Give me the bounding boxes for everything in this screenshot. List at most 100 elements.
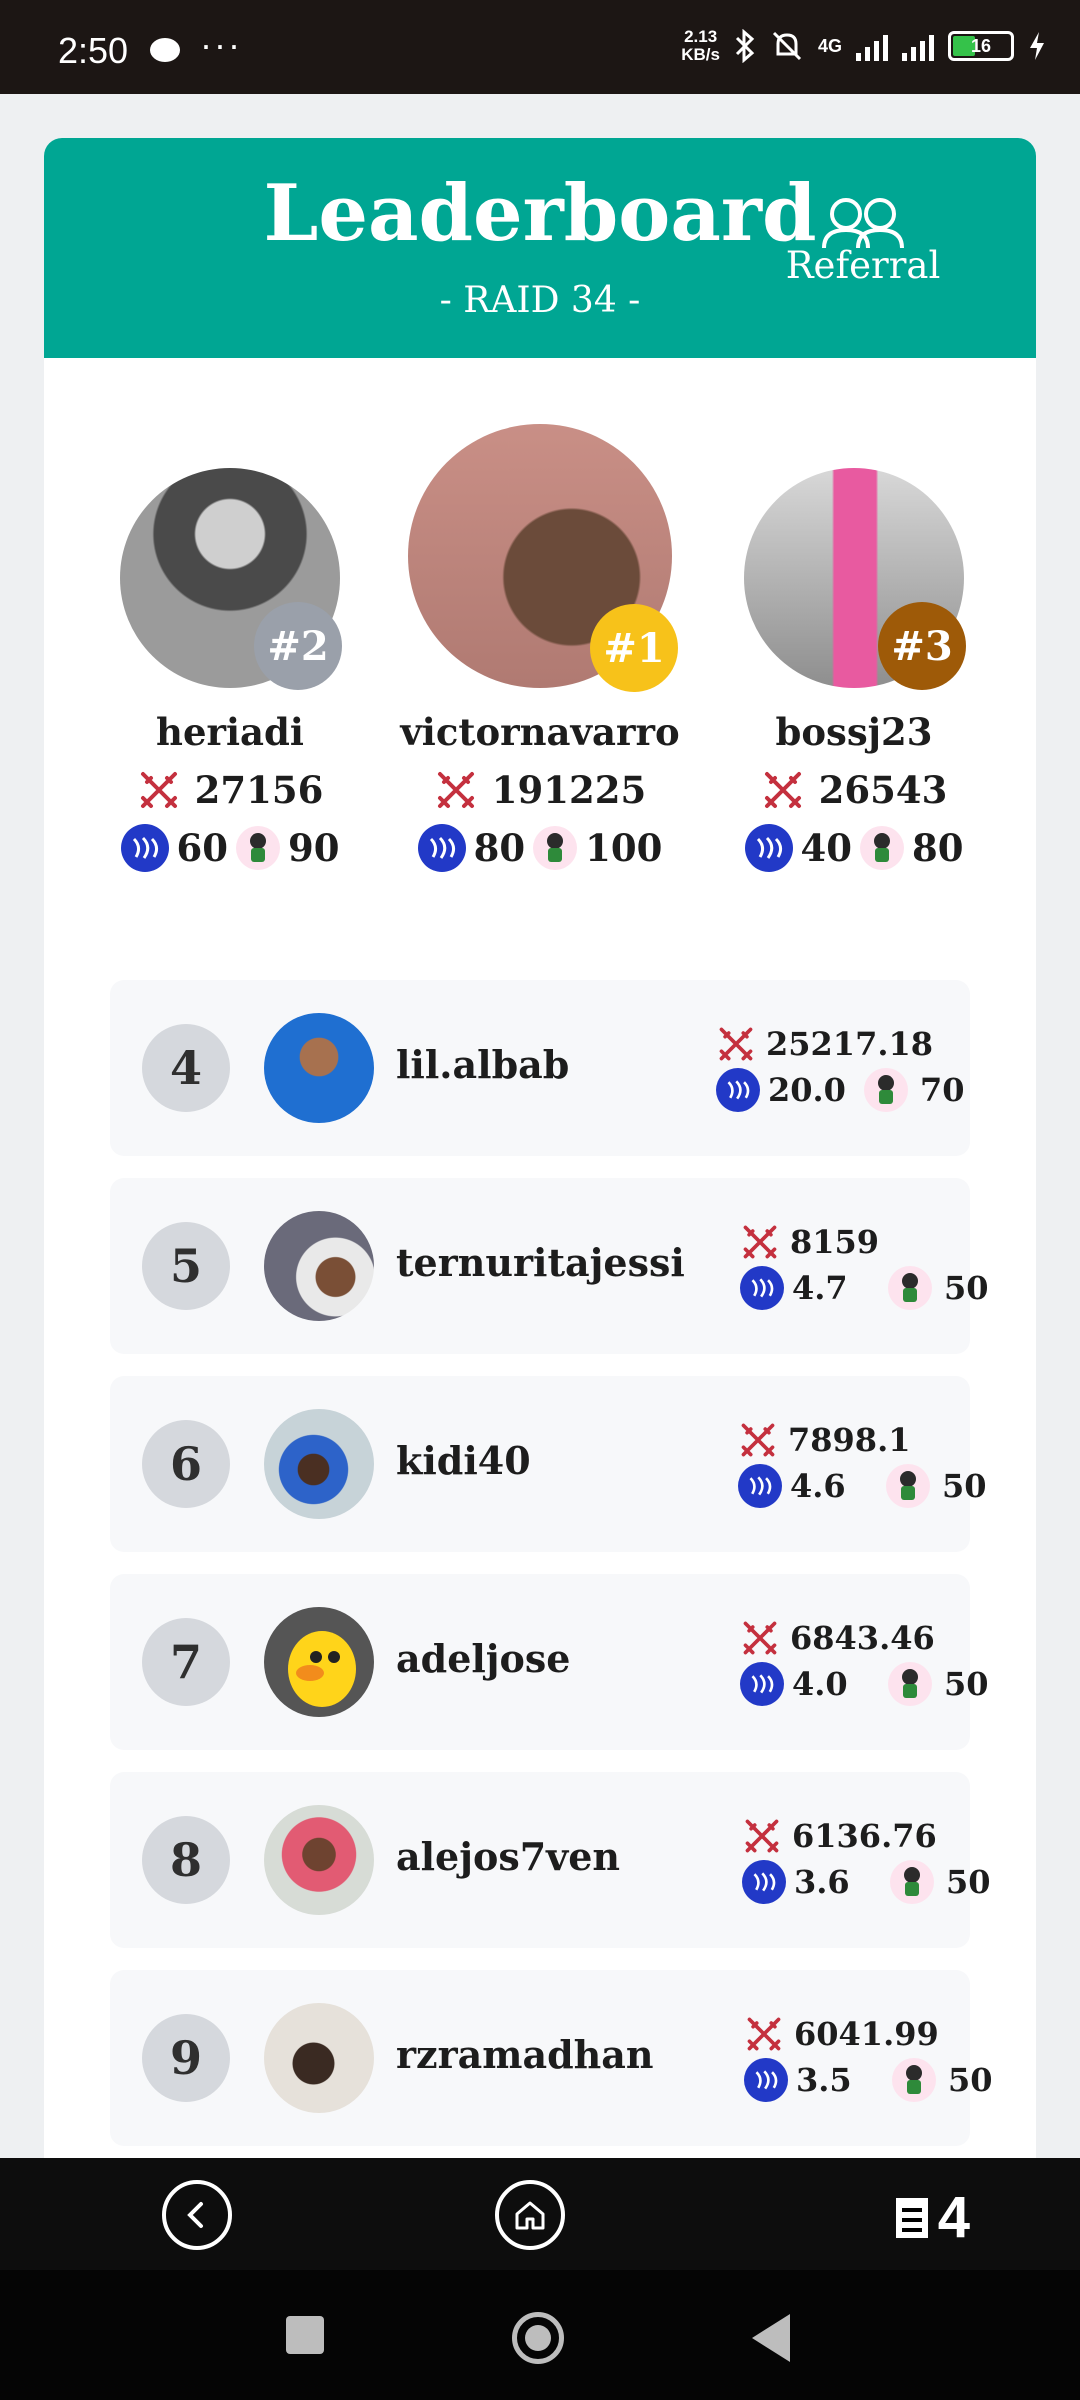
avatar	[264, 1409, 374, 1519]
rank-badge: #2	[254, 602, 342, 690]
table-row[interactable]: 5 ternuritajessi 8159 4.7 50	[110, 1178, 989, 1354]
crossed-swords-icon	[719, 1027, 753, 1061]
player-name: adeljose	[396, 1636, 571, 1681]
player-score: 26543	[704, 768, 1004, 812]
mascot-icon	[864, 1068, 908, 1112]
charging-icon	[1030, 32, 1044, 60]
player-score: 191225	[390, 768, 690, 812]
more-notifications-icon: ···	[200, 24, 242, 65]
steem-icon	[740, 1266, 784, 1310]
player-rewards: 80 100	[390, 824, 690, 872]
bluetooth-icon	[735, 29, 755, 63]
player-rewards: 40 80	[704, 824, 1004, 872]
rank-number: 8	[142, 1816, 230, 1904]
player-name: kidi40	[396, 1438, 531, 1483]
rank-number: 6	[142, 1420, 230, 1508]
steem-icon	[417, 824, 466, 872]
table-row[interactable]: 8 alejos7ven 6136.76 3.6 50	[110, 1772, 991, 1948]
steem-icon	[744, 2058, 788, 2102]
player-name: alejos7ven	[396, 1834, 621, 1879]
rank-badge: #1	[590, 604, 678, 692]
table-row[interactable]: 6 kidi40 7898.1 4.6 50	[110, 1376, 987, 1552]
podium-second: #2 heriadi 27156 60 90	[80, 468, 380, 872]
mascot-icon	[890, 1860, 934, 1904]
rank-number: 5	[142, 1222, 230, 1310]
bell-muted-icon	[772, 31, 802, 61]
referral-label: Referral	[785, 244, 941, 287]
leaderboard-card: Leaderboard - RAID 34 - Referral #2 heri…	[44, 138, 1036, 2178]
steem-icon	[716, 1068, 760, 1112]
status-indicators: 2.13 KB/s 4G 16	[681, 28, 1046, 64]
chick-avatar	[288, 1631, 356, 1707]
player-name: heriadi	[156, 710, 304, 754]
crossed-swords-icon	[743, 1225, 777, 1259]
back-button[interactable]	[162, 2180, 232, 2250]
steem-icon	[744, 824, 793, 872]
player-stats: 25217.18 20.0 70	[716, 1022, 976, 1114]
player-name: bossj23	[775, 710, 933, 754]
crossed-swords-icon	[745, 1819, 779, 1853]
tabs-button[interactable]: 4	[894, 2184, 970, 2251]
player-stats: 6843.46 4.0 50	[740, 1616, 1000, 1708]
signal-strength-2-icon	[902, 31, 934, 61]
table-row[interactable]: 4 lil.albab 25217.18 20.0 70	[110, 980, 970, 1156]
player-stats: 8159 4.7 50	[740, 1220, 1000, 1312]
player-score: 27156	[80, 768, 380, 812]
avatar[interactable]: #1	[408, 424, 678, 692]
recent-apps-button[interactable]	[286, 2316, 324, 2354]
users-icon	[822, 198, 904, 249]
crossed-swords-icon	[741, 1423, 775, 1457]
mascot-icon	[892, 2058, 936, 2102]
network-type: 4G	[817, 35, 842, 56]
home-button[interactable]	[495, 2180, 565, 2250]
steem-icon	[120, 824, 169, 872]
player-stats: 7898.1 4.6 50	[738, 1418, 998, 1510]
podium-third: #3 bossj23 26543 40 80	[704, 468, 1004, 872]
rank-number: 7	[142, 1618, 230, 1706]
tabs-icon	[895, 2197, 928, 2238]
referral-button[interactable]: Referral	[768, 194, 958, 314]
mascot-icon	[886, 1464, 930, 1508]
table-row[interactable]: 7 adeljose 6843.46 4.0 50	[110, 1574, 989, 1750]
crossed-swords-icon	[437, 772, 474, 808]
mascot-icon	[533, 826, 578, 870]
crossed-swords-icon	[140, 772, 177, 808]
mascot-icon	[236, 826, 280, 870]
rank-badge: #3	[878, 602, 966, 690]
player-name: rzramadhan	[396, 2032, 654, 2077]
signal-strength-icon	[856, 31, 888, 61]
avatar	[264, 1013, 374, 1123]
avatar	[264, 1607, 374, 1717]
player-rewards: 60 90	[80, 824, 380, 872]
steem-icon	[738, 1464, 782, 1508]
crossed-swords-icon	[764, 772, 801, 808]
player-stats: 6136.76 3.6 50	[742, 1814, 1002, 1906]
player-name: lil.albab	[396, 1042, 570, 1087]
network-speed: 2.13 KB/s	[681, 27, 720, 64]
status-bar: 2:50 ··· 2.13 KB/s 4G 16	[0, 0, 1080, 94]
rank-number: 4	[142, 1024, 230, 1112]
steem-icon	[740, 1662, 784, 1706]
avatar	[264, 1211, 374, 1321]
system-nav-bar	[0, 2270, 1080, 2400]
avatar[interactable]: #2	[120, 468, 342, 690]
system-back-button[interactable]	[752, 2314, 790, 2362]
leaderboard-header: Leaderboard - RAID 34 - Referral	[44, 138, 1036, 358]
table-row[interactable]: 9 rzramadhan 6041.99 3.5 50	[110, 1970, 993, 2146]
player-stats: 6041.99 3.5 50	[744, 2012, 1004, 2104]
rank-number: 9	[142, 2014, 230, 2102]
avatar[interactable]: #3	[744, 468, 966, 690]
browser-nav-bar: 4	[0, 2158, 1080, 2270]
crossed-swords-icon	[747, 2017, 781, 2051]
mascot-icon	[888, 1662, 932, 1706]
mascot-icon	[860, 826, 904, 870]
tab-count: 4	[937, 2185, 970, 2250]
avatar	[264, 1805, 374, 1915]
status-time: 2:50	[58, 30, 129, 71]
home-icon	[515, 2201, 545, 2230]
podium-first: #1 victornavarro 191225 80 100	[390, 424, 690, 872]
player-name: victornavarro	[400, 710, 680, 754]
battery-icon: 16	[948, 31, 1014, 61]
system-home-button[interactable]	[512, 2312, 564, 2364]
mascot-icon	[888, 1266, 932, 1310]
